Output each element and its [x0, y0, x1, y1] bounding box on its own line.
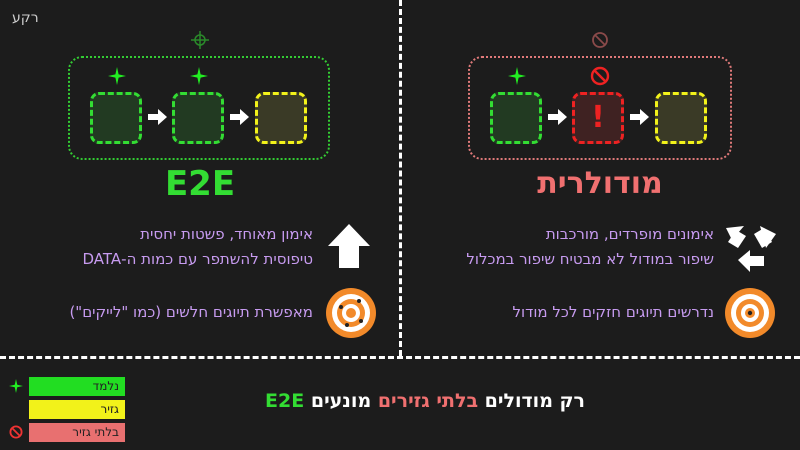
- e2e-desc-line1: אימון מאוחד, פשטות יחסית: [140, 225, 313, 243]
- summary-part4: E2E: [265, 390, 305, 412]
- learned-module-box: [490, 92, 542, 144]
- vertical-divider: [399, 0, 402, 356]
- modular-desc-line3: נדרשים תיוגים חזקים לכל מודול: [512, 303, 714, 321]
- no-entry-icon: [592, 32, 608, 48]
- target-icon: [326, 288, 376, 338]
- e2e-desc-line2: טיפוסית להשתפר עם כמות ה-DATA: [82, 250, 313, 268]
- legend-differentiable: גזיר: [29, 400, 125, 419]
- target-icon: [725, 288, 775, 338]
- modular-title: מודולרית: [537, 166, 663, 201]
- summary-part2: בלתי גזירים: [377, 390, 479, 412]
- differentiable-module-box: [655, 92, 707, 144]
- summary-text: רק מודולים בלתי גזירים מונעים E2E: [265, 390, 585, 412]
- summary-part1: רק מודולים: [478, 390, 585, 412]
- arrow-right-icon: [148, 109, 167, 125]
- sparkle-icon: [9, 379, 23, 393]
- sparkle-icon: [190, 67, 208, 85]
- non-differentiable-module-box: !: [572, 92, 624, 144]
- differentiable-module-box: [255, 92, 307, 144]
- corner-label: רקע: [12, 10, 39, 26]
- sparkle-icon: [108, 67, 126, 85]
- arrow-right-icon: [630, 109, 649, 125]
- recycle-arrows-icon: [726, 226, 776, 272]
- learned-module-box: [90, 92, 142, 144]
- arrow-up-icon: [328, 224, 370, 268]
- arrow-right-icon: [548, 109, 567, 125]
- legend-non-differentiable: בלתי גזיר: [29, 423, 125, 442]
- sparkle-icon: [508, 67, 526, 85]
- summary-part3: מונעים: [304, 390, 378, 412]
- e2e-title: E2E: [164, 164, 236, 204]
- e2e-desc-line3: מאפשרת תיוגים חלשים (כמו "לייקים"): [69, 303, 313, 321]
- no-entry-icon: [9, 425, 23, 439]
- no-entry-icon: [590, 66, 610, 86]
- crosshair-icon: [191, 31, 209, 49]
- modular-desc-line2: שיפור במודול לא מבטיח שיפור במכלול: [466, 250, 714, 268]
- learned-module-box: [172, 92, 224, 144]
- horizontal-divider: [0, 356, 800, 359]
- modular-desc-line1: אימונים מופרדים, מורכבות: [545, 225, 714, 243]
- error-mark: !: [591, 100, 605, 135]
- legend-learned: נלמד: [29, 377, 125, 396]
- arrow-right-icon: [230, 109, 249, 125]
